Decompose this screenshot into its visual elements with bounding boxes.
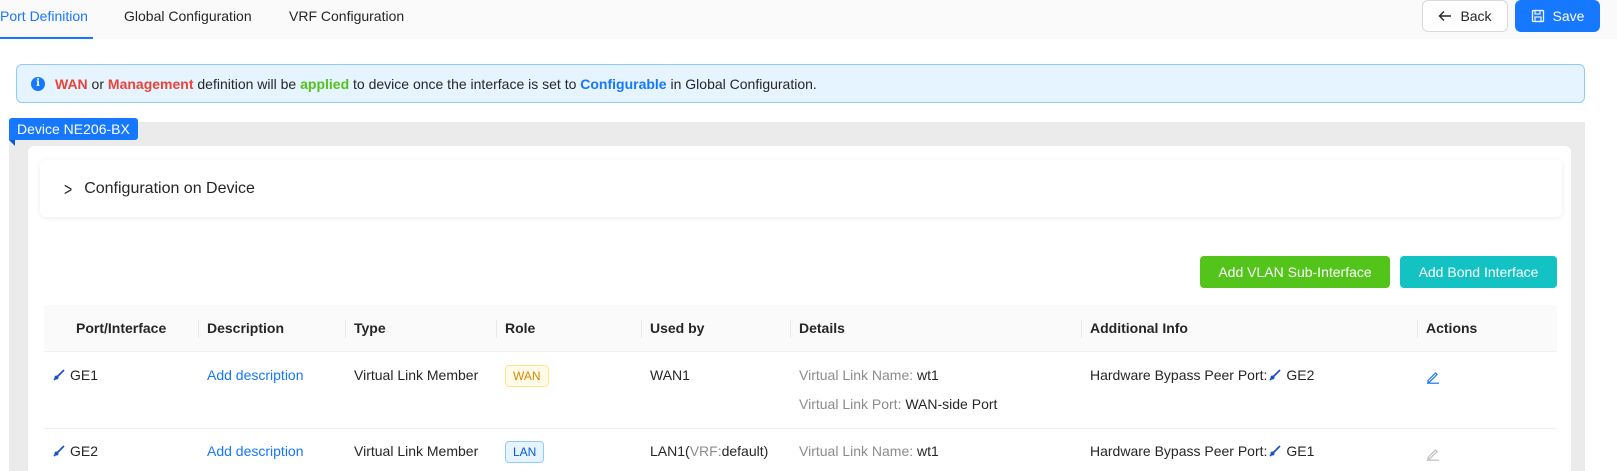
details-port-label: Virtual Link Port: xyxy=(799,396,906,412)
additional-value: GE2 xyxy=(1286,367,1315,383)
role-cell: WAN xyxy=(505,365,549,387)
details-name-value: wt1 xyxy=(917,367,939,383)
col-description: Description xyxy=(207,320,285,336)
role-badge: LAN xyxy=(505,441,545,463)
info-icon: i xyxy=(31,76,45,91)
port-cell: GE2 xyxy=(52,443,98,459)
port-table: Port/Interface Description Type Role Use… xyxy=(44,305,1557,471)
details-name-label: Virtual Link Name: xyxy=(799,367,918,383)
configuration-on-device-collapse[interactable]: > Configuration on Device xyxy=(40,160,1562,217)
col-used-by: Used by xyxy=(650,320,705,336)
device-tag-corner xyxy=(9,140,15,146)
alert-wan: WAN xyxy=(55,75,88,92)
alert-management: Management xyxy=(107,75,194,92)
alert-or: or xyxy=(87,75,108,92)
used-by-value: LAN1( xyxy=(650,443,690,459)
col-actions: Actions xyxy=(1426,320,1478,336)
alert-text1: definition will be xyxy=(193,75,301,92)
additional-value: GE1 xyxy=(1286,443,1315,459)
device-tag: Device NE206-BX xyxy=(9,118,138,140)
alert-applied: applied xyxy=(300,75,350,92)
col-separator xyxy=(790,320,791,338)
col-separator xyxy=(1081,320,1082,338)
port-name: GE2 xyxy=(70,443,99,459)
back-button-label: Back xyxy=(1460,8,1492,24)
add-bond-interface-button[interactable]: Add Bond Interface xyxy=(1400,256,1557,288)
used-by-cell: LAN1(VRF:default) xyxy=(650,443,768,459)
tab-vrf-configuration[interactable]: VRF Configuration xyxy=(289,0,404,39)
add-vlan-sub-interface-button[interactable]: Add VLAN Sub-Interface xyxy=(1200,256,1390,288)
details-name-value: wt1 xyxy=(917,443,939,459)
table-row: GE1 Add description Virtual Link Member … xyxy=(44,352,1557,429)
col-role: Role xyxy=(505,320,536,336)
alert-text2: to device once the interface is set to xyxy=(349,75,581,92)
used-by-vrf-label: VRF: xyxy=(689,443,722,459)
additional-label: Hardware Bypass Peer Port: xyxy=(1090,443,1268,459)
additional-info-cell: Hardware Bypass Peer Port: GE2 xyxy=(1090,367,1314,383)
col-separator xyxy=(496,320,497,338)
back-button[interactable]: Back xyxy=(1422,0,1508,32)
port-link-icon xyxy=(53,369,65,381)
alert-text3: in Global Configuration. xyxy=(666,75,817,92)
type-cell: Virtual Link Member xyxy=(354,367,479,383)
save-button[interactable]: Save xyxy=(1515,0,1600,32)
col-type: Type xyxy=(354,320,386,336)
details-cell: Virtual Link Name: wt1 Virtual Link Port… xyxy=(799,367,997,412)
used-by-vrf-value: default) xyxy=(721,443,769,459)
port-link-icon xyxy=(1269,445,1282,457)
col-separator xyxy=(198,320,199,338)
role-cell: LAN xyxy=(505,441,545,463)
save-button-label: Save xyxy=(1552,8,1585,24)
port-link-icon xyxy=(1269,369,1282,381)
details-name-label: Virtual Link Name: xyxy=(799,443,918,459)
role-badge: WAN xyxy=(505,365,549,387)
col-port-interface: Port/Interface xyxy=(76,320,167,336)
col-separator xyxy=(641,320,642,338)
edit-icon[interactable] xyxy=(1426,370,1440,384)
details-port-line: Virtual Link Port: WAN-side Port xyxy=(799,396,997,412)
arrow-left-icon xyxy=(1438,11,1452,21)
details-port-value: WAN-side Port xyxy=(905,396,998,412)
add-description-link[interactable]: Add description xyxy=(207,367,304,383)
col-separator xyxy=(1417,320,1418,338)
edit-icon[interactable] xyxy=(1426,447,1440,461)
port-cell: GE1 xyxy=(52,367,98,383)
col-additional-info: Additional Info xyxy=(1090,320,1188,336)
additional-label: Hardware Bypass Peer Port: xyxy=(1090,367,1268,383)
col-details: Details xyxy=(799,320,845,336)
add-description-link[interactable]: Add description xyxy=(207,443,304,459)
collapse-label: Configuration on Device xyxy=(84,179,255,197)
tab-port-definition[interactable]: Port Definition xyxy=(0,0,93,39)
tab-global-configuration[interactable]: Global Configuration xyxy=(124,0,252,39)
table-header: Port/Interface Description Type Role Use… xyxy=(44,305,1557,352)
used-by-cell: WAN1 xyxy=(650,367,690,383)
info-alert: i WAN or Management definition will be a… xyxy=(16,64,1585,103)
alert-text: WAN or Management definition will be app… xyxy=(55,76,817,92)
type-cell: Virtual Link Member xyxy=(354,443,479,459)
port-name: GE1 xyxy=(70,367,99,383)
table-row: GE2 Add description Virtual Link Member … xyxy=(44,429,1557,471)
chevron-right-icon: > xyxy=(64,178,73,199)
save-icon xyxy=(1531,9,1544,23)
alert-configurable: Configurable xyxy=(580,75,667,92)
details-name-line: Virtual Link Name: wt1 xyxy=(799,367,997,383)
col-separator xyxy=(345,320,346,338)
additional-info-cell: Hardware Bypass Peer Port: GE1 xyxy=(1090,443,1314,459)
details-cell: Virtual Link Name: wt1 xyxy=(799,443,939,459)
port-link-icon xyxy=(53,445,65,457)
